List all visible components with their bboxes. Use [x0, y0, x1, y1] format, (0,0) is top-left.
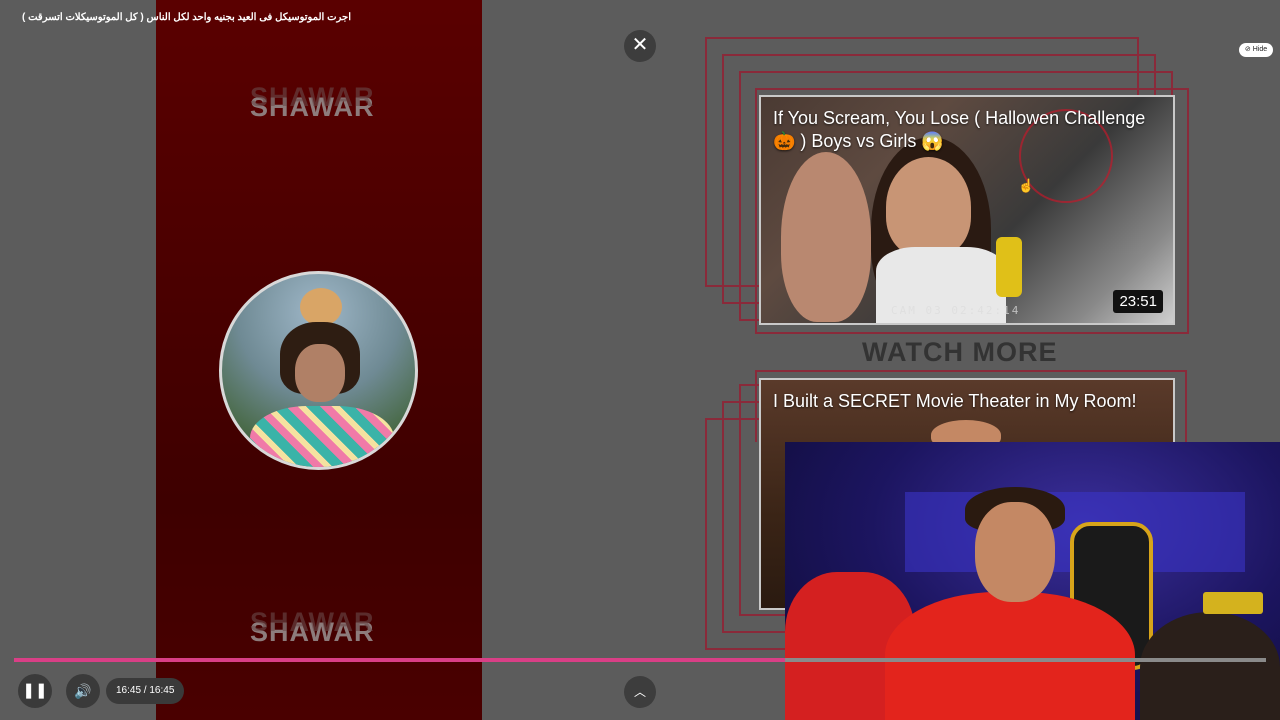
volume-icon: 🔊	[74, 683, 92, 699]
thumbnail-flashlight	[996, 237, 1022, 297]
pip-hoodie	[885, 592, 1135, 720]
pause-icon: ❚❚	[22, 682, 48, 699]
hide-button[interactable]: ⊘ Hide	[1239, 43, 1273, 57]
avatar-shirt	[250, 406, 394, 467]
video-player[interactable]: SHAWAR SHAWAR SHAWAR SHAWAR اجرت الموتوس…	[0, 0, 1280, 720]
card-title: I Built a SECRET Movie Theater in My Roo…	[773, 391, 1137, 411]
endscreen-video-card[interactable]: If You Scream, You Lose ( Hallowen Chall…	[759, 95, 1175, 325]
chevron-up-icon: ︿	[633, 685, 646, 699]
channel-logo-bottom: SHAWAR SHAWAR	[250, 607, 390, 648]
duration-badge: 23:51	[1113, 290, 1163, 313]
pip-crown	[1203, 592, 1263, 614]
thumbnail-girl	[781, 152, 871, 322]
pip-face	[975, 502, 1055, 602]
close-button[interactable]: ✕	[624, 30, 656, 62]
channel-logo-top: SHAWAR SHAWAR	[250, 82, 390, 123]
hand-cursor-icon: ☝	[1018, 178, 1035, 193]
channel-logo-shadow: SHAWAR	[250, 607, 375, 637]
video-title: اجرت الموتوسيكل فى العيد بجنيه واحد لكل …	[22, 12, 352, 23]
hide-label: Hide	[1252, 46, 1268, 53]
progress-bar[interactable]	[14, 658, 785, 662]
avatar-face	[295, 344, 345, 402]
pause-button[interactable]: ❚❚	[18, 674, 52, 708]
pip-person-right	[1140, 612, 1280, 720]
cam-overlay-text: CAM 03 02:42:14	[891, 304, 1021, 317]
card-title: If You Scream, You Lose ( Hallowen Chall…	[773, 108, 1146, 151]
expand-button[interactable]: ︿	[624, 676, 656, 708]
close-icon: ✕	[631, 34, 649, 56]
time-display: 16:45 / 16:45	[106, 678, 185, 704]
channel-avatar[interactable]	[219, 271, 418, 470]
eye-off-icon: ⊘	[1244, 46, 1251, 53]
picture-in-picture-video[interactable]	[785, 442, 1280, 720]
watch-more-label: WATCH MORE	[862, 337, 1058, 367]
channel-logo-shadow: SHAWAR	[250, 82, 375, 112]
avatar-dog	[300, 288, 342, 326]
thumbnail-boy-face	[886, 157, 971, 257]
volume-button[interactable]: 🔊	[66, 674, 100, 708]
